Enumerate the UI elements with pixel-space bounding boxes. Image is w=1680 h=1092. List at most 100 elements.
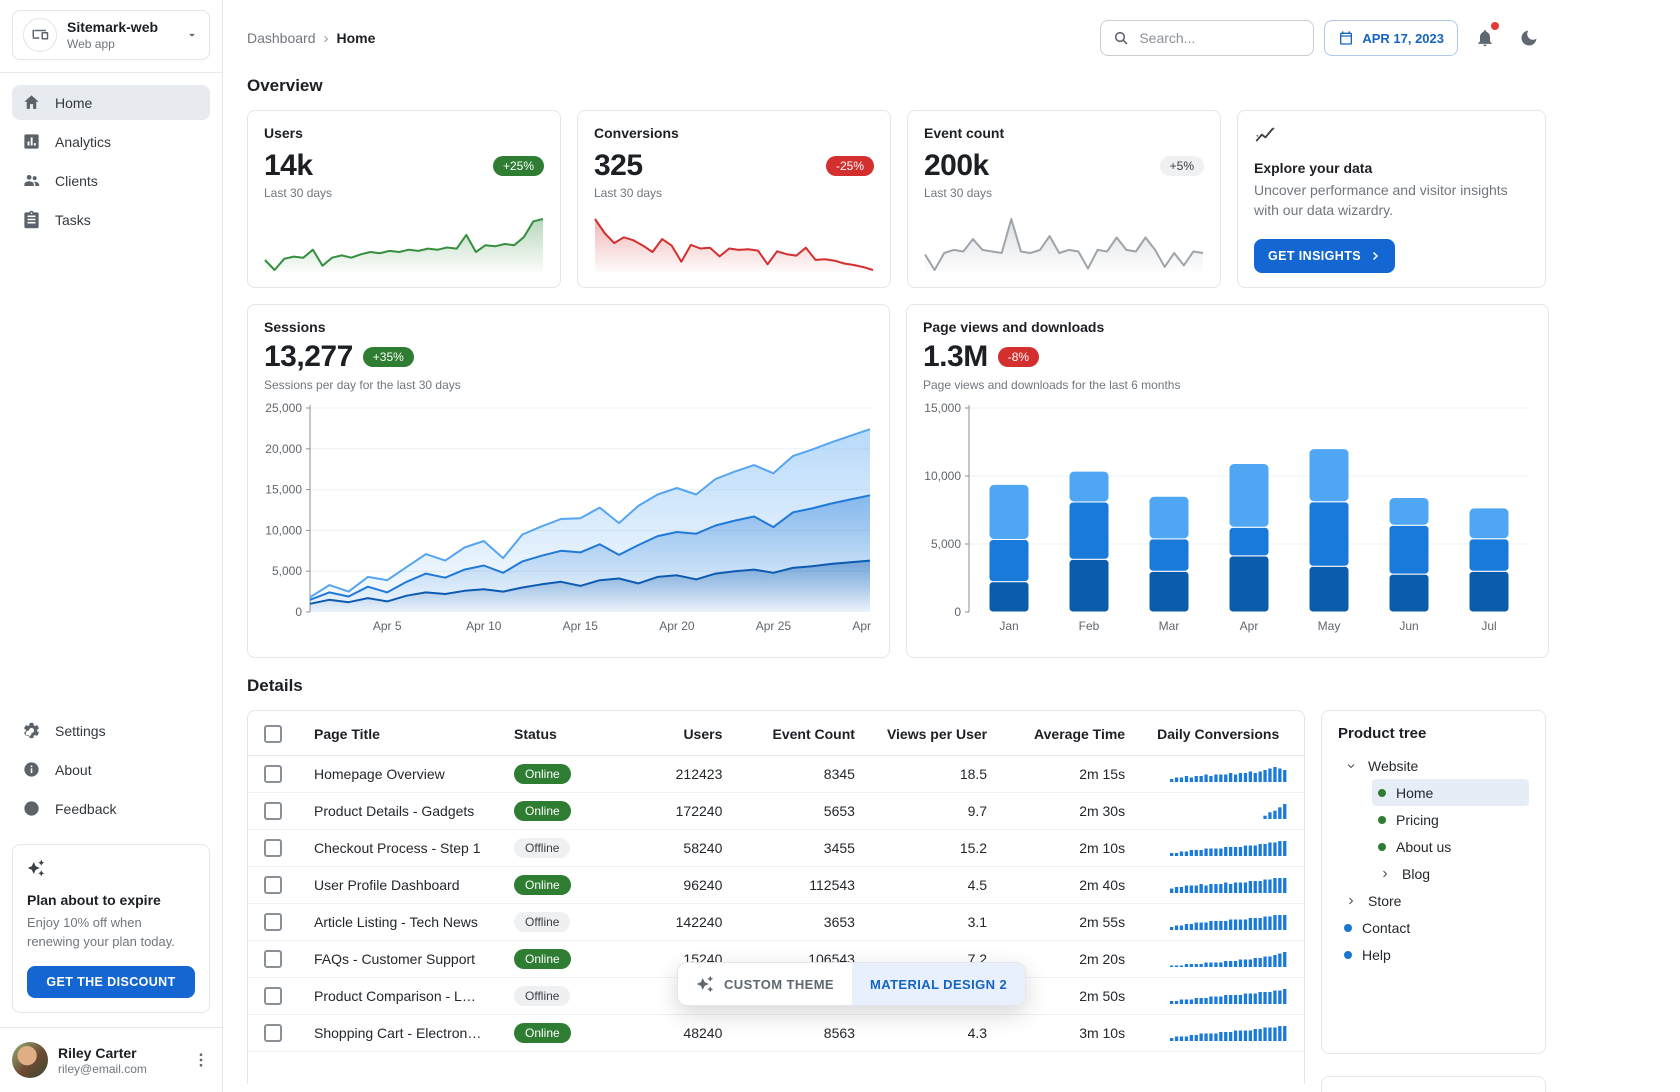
sidebar-item-label: About xyxy=(55,762,92,778)
daily-conversions-mini-chart xyxy=(1170,1025,1288,1041)
sidebar-item-about[interactable]: About xyxy=(12,752,210,787)
row-checkbox[interactable] xyxy=(264,913,282,931)
status-badge: Online xyxy=(514,801,571,821)
column-average-time[interactable]: Average Time xyxy=(1003,711,1141,756)
select-all-checkbox[interactable] xyxy=(264,725,282,743)
sidebar-item-feedback[interactable]: ? Feedback xyxy=(12,791,210,826)
sessions-area-chart: 05,00010,00015,00020,00025,000Apr 5Apr 1… xyxy=(264,400,873,638)
row-checkbox[interactable] xyxy=(264,876,282,894)
app-root: Sitemark-web Web app Home Analytics Clie… xyxy=(0,0,1680,1092)
cell-page-title: Shopping Cart - Electronics xyxy=(298,1015,498,1052)
sidebar-item-home[interactable]: Home xyxy=(12,85,210,120)
svg-text:Apr 15: Apr 15 xyxy=(563,619,599,633)
svg-text:Jun: Jun xyxy=(1399,619,1418,633)
sessions-title: Sessions xyxy=(264,319,873,335)
cust om-theme-label: CUSTOM THEME xyxy=(724,977,834,992)
tree-item-store[interactable]: Store xyxy=(1338,887,1529,914)
sidebar-item-label: Clients xyxy=(55,173,98,189)
sidebar-item-analytics[interactable]: Analytics xyxy=(12,124,210,159)
column-page-title[interactable]: Page Title xyxy=(298,711,498,756)
column-daily-conversions[interactable]: Daily Conversions xyxy=(1141,711,1304,756)
blue-dot-icon xyxy=(1344,951,1352,959)
tree-item-blog[interactable]: Blog xyxy=(1372,860,1529,887)
svg-text:Apr 25: Apr 25 xyxy=(756,619,792,633)
column-users[interactable]: Users xyxy=(623,711,738,756)
dark-mode-toggle[interactable] xyxy=(1512,21,1546,55)
tree-item-label: Blog xyxy=(1402,866,1430,882)
tree-item-help[interactable]: Help xyxy=(1338,941,1529,968)
table-row: Checkout Process - Step 1Offline58240345… xyxy=(248,830,1304,867)
sidebar-item-tasks[interactable]: Tasks xyxy=(12,202,210,237)
tree-item-contact[interactable]: Contact xyxy=(1338,914,1529,941)
avatar xyxy=(12,1042,48,1078)
sparkle-icon xyxy=(696,975,714,993)
get-insights-button[interactable]: GET INSIGHTS xyxy=(1254,239,1395,273)
daily-conversions-mini-chart xyxy=(1170,951,1288,967)
row-checkbox[interactable] xyxy=(264,839,282,857)
cell-views-per-user: 18.5 xyxy=(871,756,1003,793)
cell-users: 58240 xyxy=(623,830,738,867)
search-input[interactable] xyxy=(1137,29,1301,47)
details-table-card: Page Title Status Users Event Count View… xyxy=(247,710,1305,1084)
cell-event-count: 8563 xyxy=(738,1015,871,1052)
date-picker-button[interactable]: APR 17, 2023 xyxy=(1324,20,1458,56)
cell-event-count: 8345 xyxy=(738,756,871,793)
cell-daily-conversions xyxy=(1141,904,1304,941)
svg-text:Jan: Jan xyxy=(999,619,1018,633)
pageviews-bar-chart: 05,00010,00015,000JanFebMarAprMayJunJul xyxy=(923,400,1532,638)
notifications-button[interactable] xyxy=(1468,21,1502,55)
breadcrumb-dashboard[interactable]: Dashboard xyxy=(247,30,316,46)
cell-daily-conversions xyxy=(1141,793,1304,830)
svg-text:15,000: 15,000 xyxy=(924,401,961,415)
svg-text:25,000: 25,000 xyxy=(265,401,302,415)
workspace-select[interactable]: Sitemark-web Web app xyxy=(12,10,210,60)
user-profile: Riley Carter riley@email.com xyxy=(0,1027,222,1092)
cell-users: 96240 xyxy=(623,867,738,904)
green-dot-icon xyxy=(1378,816,1386,824)
conversions-stat-card[interactable]: Conversions 325 -25% Last 30 days xyxy=(577,110,891,288)
custom-theme-button[interactable]: CUSTOM THEME xyxy=(678,963,852,1005)
product-tree-card: Product tree Website Home Pricing xyxy=(1321,710,1546,1054)
sidebar-item-settings[interactable]: Settings xyxy=(12,713,210,748)
stat-title: Conversions xyxy=(594,125,874,141)
svg-text:5,000: 5,000 xyxy=(272,564,302,578)
tree-item-website[interactable]: Website xyxy=(1338,752,1529,779)
tree-item-pricing[interactable]: Pricing xyxy=(1372,806,1529,833)
status-badge: Offline xyxy=(514,838,570,858)
promo-body: Enjoy 10% off when renewing your plan to… xyxy=(27,914,195,952)
daily-conversions-mini-chart xyxy=(1170,766,1288,782)
more-options-icon[interactable] xyxy=(192,1051,210,1069)
tree-item-label: About us xyxy=(1396,839,1451,855)
status-badge: Online xyxy=(514,949,571,969)
daily-conversions-mini-chart xyxy=(1170,988,1288,1004)
users-stat-card[interactable]: Users 14k +25% Last 30 days xyxy=(247,110,561,288)
cell-views-per-user: 9.7 xyxy=(871,793,1003,830)
row-checkbox[interactable] xyxy=(264,950,282,968)
event-count-stat-card[interactable]: Event count 200k +5% Last 30 days xyxy=(907,110,1221,288)
svg-text:May: May xyxy=(1318,619,1341,633)
row-checkbox[interactable] xyxy=(264,802,282,820)
get-insights-label: GET INSIGHTS xyxy=(1268,249,1361,263)
tree-item-about-us[interactable]: About us xyxy=(1372,833,1529,860)
help-icon: ? xyxy=(22,799,41,818)
row-checkbox[interactable] xyxy=(264,1024,282,1042)
row-checkbox[interactable] xyxy=(264,987,282,1005)
column-event-count[interactable]: Event Count xyxy=(738,711,871,756)
svg-text:Apr 10: Apr 10 xyxy=(466,619,502,633)
pageviews-caption: Page views and downloads for the last 6 … xyxy=(923,378,1532,392)
svg-text:Jul: Jul xyxy=(1481,619,1496,633)
material-design-2-button[interactable]: MATERIAL DESIGN 2 xyxy=(852,963,1025,1005)
row-checkbox[interactable] xyxy=(264,765,282,783)
sidebar-item-clients[interactable]: Clients xyxy=(12,163,210,198)
tree-item-home[interactable]: Home xyxy=(1372,779,1529,806)
stat-cards: Users 14k +25% Last 30 days Conversions … xyxy=(247,110,1546,288)
user-email: riley@email.com xyxy=(58,1062,147,1076)
column-status[interactable]: Status xyxy=(498,711,623,756)
cell-event-count: 5653 xyxy=(738,793,871,830)
svg-text:15,000: 15,000 xyxy=(265,483,302,497)
chevron-down-icon xyxy=(1344,760,1358,772)
cell-views-per-user: 4.3 xyxy=(871,1015,1003,1052)
column-views-per-user[interactable]: Views per User xyxy=(871,711,1003,756)
table-row: Article Listing - Tech NewsOffline142240… xyxy=(248,904,1304,941)
get-discount-button[interactable]: GET THE DISCOUNT xyxy=(27,966,195,998)
